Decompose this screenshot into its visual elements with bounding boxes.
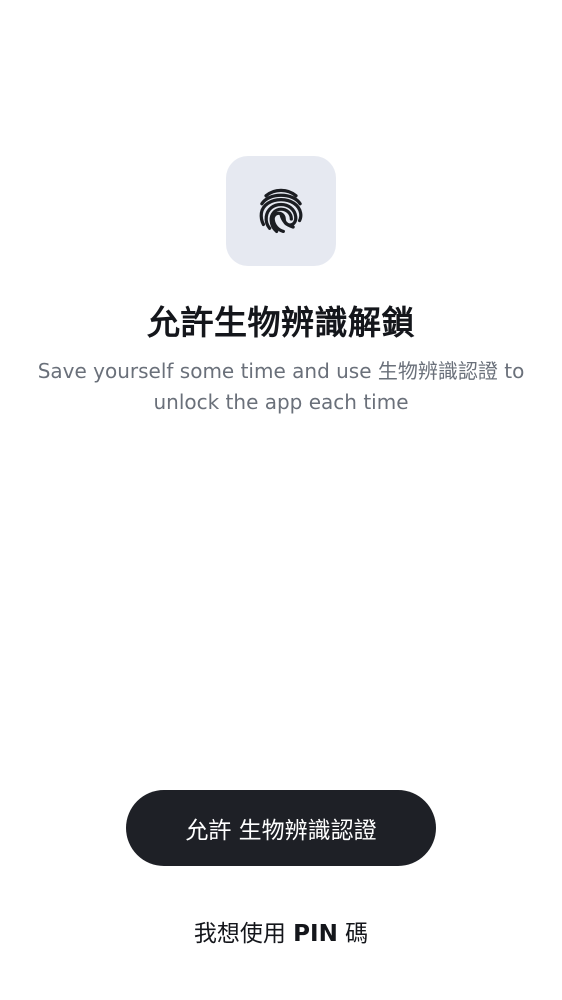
use-pin-pin: PIN — [293, 921, 338, 947]
biometric-icon-tile — [226, 156, 336, 266]
allow-biometric-button[interactable]: 允許 生物辨識認證 — [126, 790, 436, 866]
use-pin-suffix: 碼 — [337, 921, 369, 947]
page-subtitle: Save yourself some time and use 生物辨識認證 t… — [37, 359, 525, 414]
fingerprint-icon — [259, 188, 303, 234]
page-title: 允許生物辨識解鎖 — [147, 303, 415, 342]
use-pin-link[interactable]: 我想使用 PIN 碼 — [0, 914, 562, 948]
use-pin-prefix: 我想使用 — [193, 921, 294, 947]
